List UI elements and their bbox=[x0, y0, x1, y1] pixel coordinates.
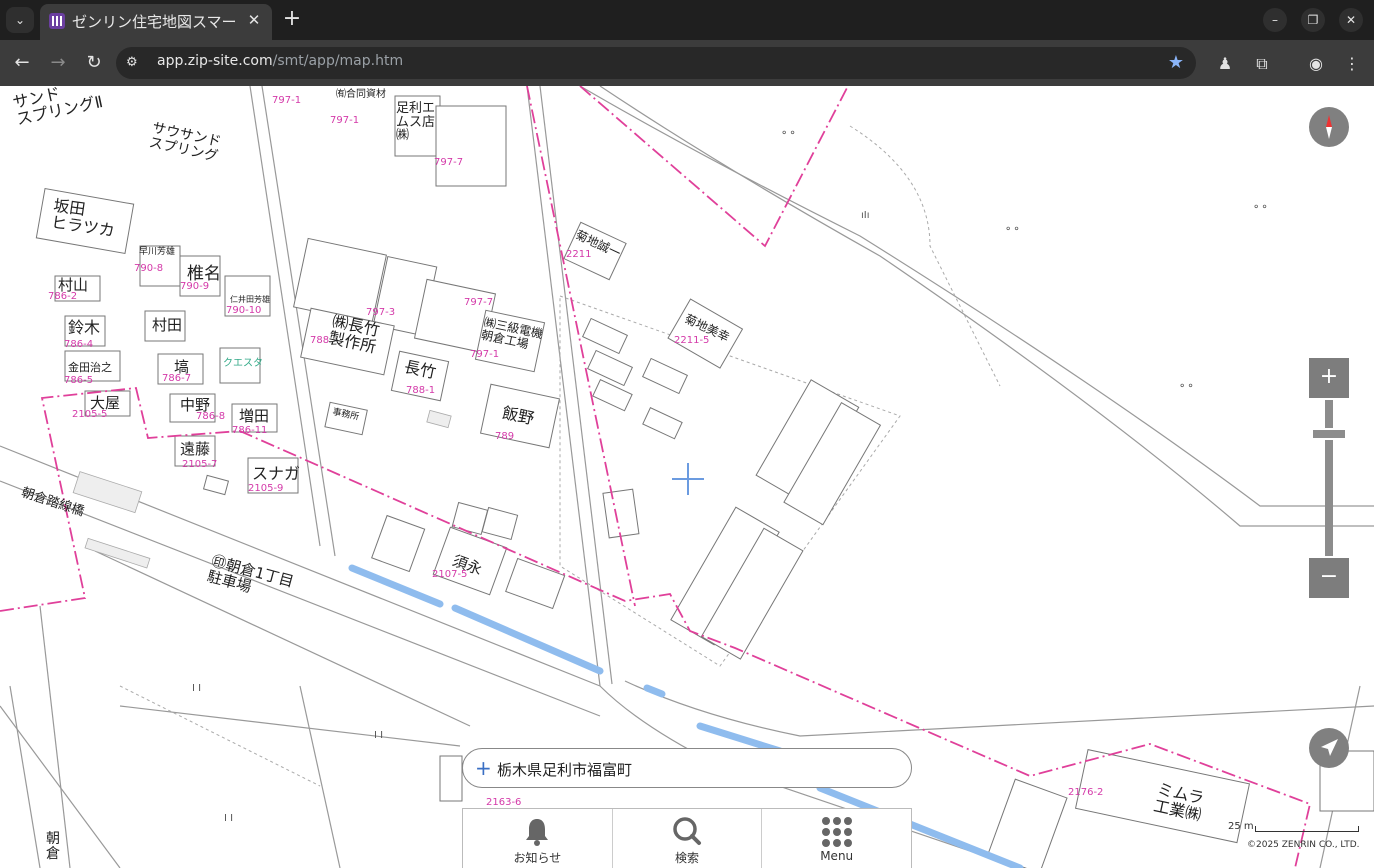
site-favicon-icon bbox=[49, 13, 65, 29]
lot-number: 2211-5 bbox=[674, 335, 710, 346]
new-tab-icon[interactable]: + bbox=[280, 8, 304, 32]
map-label: 金田治之 bbox=[68, 361, 112, 374]
svg-text:ıIı: ıIı bbox=[861, 210, 870, 221]
zoom-in-button[interactable]: + bbox=[1309, 358, 1349, 398]
url-domain: app.zip-site.com bbox=[157, 53, 273, 69]
browser-tab-bar: ⌄ ゼンリン住宅地図スマー ✕ + – ❐ ✕ bbox=[0, 0, 1374, 40]
url-path: /smt/app/map.htm bbox=[272, 53, 404, 69]
lot-number: 797-1 bbox=[470, 349, 500, 360]
scale-label: 25 m bbox=[1228, 821, 1254, 832]
extensions-puzzle-icon[interactable]: ⧉ bbox=[1251, 53, 1273, 75]
lot-number: 788-1 bbox=[406, 385, 436, 396]
extension-icon[interactable]: ♟ bbox=[1214, 53, 1236, 75]
map-label: スナガ bbox=[252, 464, 301, 483]
svg-text:⚬⚬: ⚬⚬ bbox=[1178, 381, 1195, 392]
lot-number: 2163-6 bbox=[486, 797, 522, 808]
lot-number: 786-5 bbox=[64, 375, 94, 386]
grid-menu-icon bbox=[821, 817, 852, 847]
lot-number: 786-2 bbox=[48, 291, 78, 302]
lot-number: 797-3 bbox=[366, 307, 396, 318]
plus-icon: + bbox=[475, 756, 492, 780]
map-label: 増田 bbox=[239, 407, 270, 425]
close-tab-icon[interactable]: ✕ bbox=[244, 10, 264, 30]
nav-notifications[interactable]: お知らせ bbox=[463, 809, 613, 868]
svg-text:⚬⚬: ⚬⚬ bbox=[1004, 224, 1021, 235]
lot-number: 797-1 bbox=[330, 115, 360, 126]
restore-icon[interactable]: ❐ bbox=[1301, 8, 1325, 32]
reload-icon[interactable]: ↻ bbox=[81, 50, 107, 76]
bottom-navigation: お知らせ 検索 Menu bbox=[462, 808, 912, 868]
map-canvas[interactable]: ⚬⚬ ⚬⚬ ⚬⚬ ⚬⚬ ıIı I I I II I サンド スプリングⅡ サウサンド スプ… bbox=[0, 86, 1374, 868]
map-label: 早川芳雄 bbox=[139, 247, 176, 257]
map-label: 朝倉 bbox=[46, 831, 60, 862]
nav-search[interactable]: 検索 bbox=[613, 809, 763, 868]
browser-tab[interactable]: ゼンリン住宅地図スマー ✕ bbox=[40, 4, 272, 40]
minimize-icon[interactable]: – bbox=[1263, 8, 1287, 32]
svg-text:⚬⚬: ⚬⚬ bbox=[1252, 202, 1269, 213]
close-window-icon[interactable]: ✕ bbox=[1339, 8, 1363, 32]
nav-label: 検索 bbox=[675, 851, 700, 865]
lot-number: 788 bbox=[310, 335, 330, 346]
tab-list-icon[interactable]: ⌄ bbox=[6, 7, 34, 33]
svg-text:⚬⚬: ⚬⚬ bbox=[780, 128, 797, 139]
lot-number: 2105-5 bbox=[72, 409, 108, 420]
search-icon bbox=[673, 817, 701, 845]
url-text: app.zip-site.com/smt/app/map.htm bbox=[157, 53, 403, 69]
browser-toolbar: ← → ↻ ⚙ app.zip-site.com/smt/app/map.htm… bbox=[0, 40, 1374, 86]
map-label: クエスタ bbox=[223, 358, 263, 369]
map-label: 足利エムス店㈱ bbox=[396, 101, 436, 144]
svg-text:I I: I I bbox=[374, 730, 383, 741]
lot-number: 2105-7 bbox=[182, 459, 218, 470]
bell-icon bbox=[526, 819, 549, 846]
svg-text:I I: I I bbox=[224, 813, 233, 824]
site-info-icon[interactable]: ⚙ bbox=[126, 54, 144, 72]
bookmark-star-icon[interactable]: ★ bbox=[1164, 51, 1188, 75]
zoom-slider-track[interactable] bbox=[1325, 400, 1333, 556]
lot-number: 786-7 bbox=[162, 373, 192, 384]
more-menu-icon[interactable]: ⋮ bbox=[1341, 53, 1363, 75]
lot-number: 2211 bbox=[566, 249, 592, 260]
map-label: ㈲合同資材 bbox=[336, 89, 386, 100]
nav-menu[interactable]: Menu bbox=[762, 809, 911, 868]
lot-number: 2105-9 bbox=[248, 483, 284, 494]
copyright: ©2025 ZENRIN CO., LTD. bbox=[1247, 840, 1360, 850]
lot-number: 797-1 bbox=[272, 95, 302, 106]
svg-text:I I: I I bbox=[192, 683, 201, 694]
forward-icon[interactable]: → bbox=[45, 50, 71, 76]
nav-label: Menu bbox=[820, 849, 854, 863]
map-label: 遠藤 bbox=[180, 440, 211, 458]
map-label: 仁井田芳雄 bbox=[230, 295, 270, 304]
address-bar[interactable]: ⚙ app.zip-site.com/smt/app/map.htm ★ bbox=[116, 47, 1196, 79]
back-icon[interactable]: ← bbox=[9, 50, 35, 76]
lot-number: 790-9 bbox=[180, 281, 210, 292]
lot-number: 786-11 bbox=[232, 425, 268, 436]
map-label: 村田 bbox=[152, 316, 183, 334]
zoom-out-button[interactable]: − bbox=[1309, 558, 1349, 598]
lot-number: 789 bbox=[495, 431, 515, 442]
lot-number: 797-7 bbox=[464, 297, 494, 308]
current-address: 栃木県足利市福富町 bbox=[497, 761, 633, 779]
lot-number: 790-8 bbox=[134, 263, 164, 274]
address-search-bar[interactable]: + 栃木県足利市福富町 bbox=[462, 748, 912, 788]
lot-number: 786-8 bbox=[196, 411, 226, 422]
compass-icon[interactable] bbox=[1309, 107, 1349, 147]
map-label: 鈴木 bbox=[68, 318, 101, 337]
lot-number: 790-10 bbox=[226, 305, 262, 316]
tab-title: ゼンリン住宅地図スマー bbox=[72, 13, 237, 31]
lot-number: 2107-5 bbox=[432, 569, 468, 580]
current-location-icon[interactable] bbox=[1309, 728, 1349, 768]
scale-bar bbox=[1255, 826, 1359, 832]
profile-icon[interactable]: ◉ bbox=[1305, 53, 1327, 75]
nav-label: お知らせ bbox=[513, 851, 562, 865]
lot-number: 797-7 bbox=[434, 157, 464, 168]
zoom-slider-thumb[interactable] bbox=[1311, 428, 1347, 440]
lot-number: 2176-2 bbox=[1068, 787, 1104, 798]
lot-number: 786-4 bbox=[64, 339, 94, 350]
